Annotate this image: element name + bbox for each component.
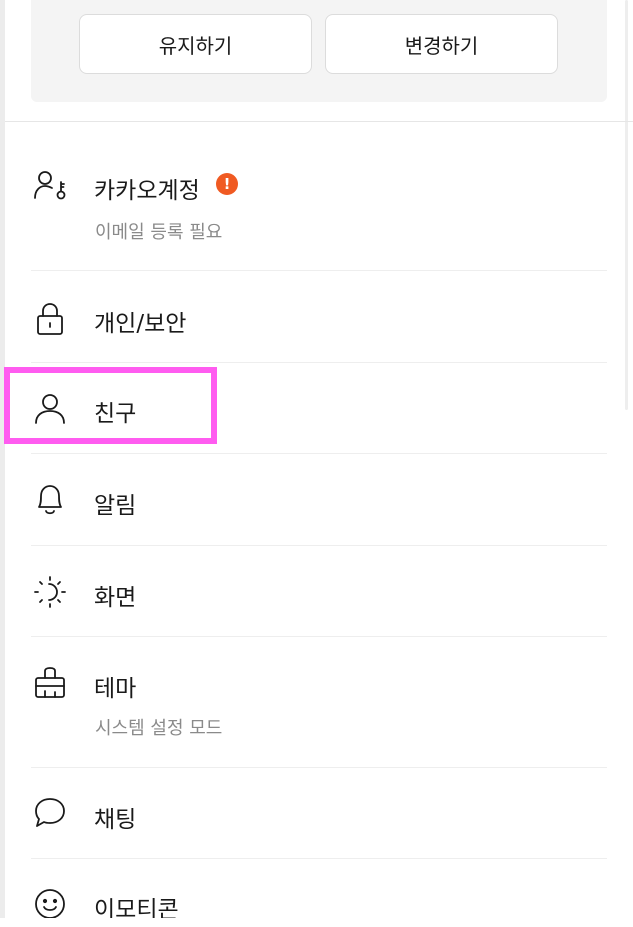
account-notice-card: 유지하기 변경하기 [31, 0, 607, 102]
menu-item-chat[interactable]: 채팅 [0, 768, 633, 859]
menu-sublabel: 이메일 등록 필요 [95, 222, 223, 243]
brush-icon [33, 666, 67, 700]
brightness-icon [33, 575, 67, 609]
menu-label: 알림 [94, 493, 137, 519]
menu-label: 카카오계정 [94, 178, 200, 204]
lock-icon [33, 302, 67, 336]
bell-icon [33, 483, 67, 517]
bottom-frame-edge [0, 918, 633, 927]
account-key-icon [33, 168, 67, 202]
menu-label: 이모티콘 [94, 897, 179, 918]
person-icon [33, 392, 67, 426]
keep-button[interactable]: 유지하기 [79, 14, 312, 74]
menu-label: 화면 [94, 585, 137, 611]
menu-item-kakao-account[interactable]: 카카오계정 ! 이메일 등록 필요 [0, 122, 633, 271]
menu-label: 개인/보안 [94, 311, 187, 337]
menu-label: 테마 [94, 676, 137, 702]
menu-item-display[interactable]: 화면 [0, 546, 633, 637]
menu-item-emoticon[interactable]: 이모티콘 [0, 859, 633, 918]
menu-label: 친구 [94, 401, 137, 427]
alert-badge: ! [216, 173, 238, 195]
menu-label: 채팅 [94, 807, 137, 833]
smiley-icon [33, 887, 67, 918]
change-button[interactable]: 변경하기 [325, 14, 558, 74]
menu-item-theme[interactable]: 테마 시스템 설정 모드 [0, 637, 633, 768]
chat-bubble-icon [33, 796, 67, 830]
menu-item-notifications[interactable]: 알림 [0, 454, 633, 546]
menu-item-friends[interactable]: 친구 [0, 363, 633, 454]
menu-sublabel: 시스템 설정 모드 [95, 718, 223, 739]
menu-item-privacy-security[interactable]: 개인/보안 [0, 271, 633, 363]
